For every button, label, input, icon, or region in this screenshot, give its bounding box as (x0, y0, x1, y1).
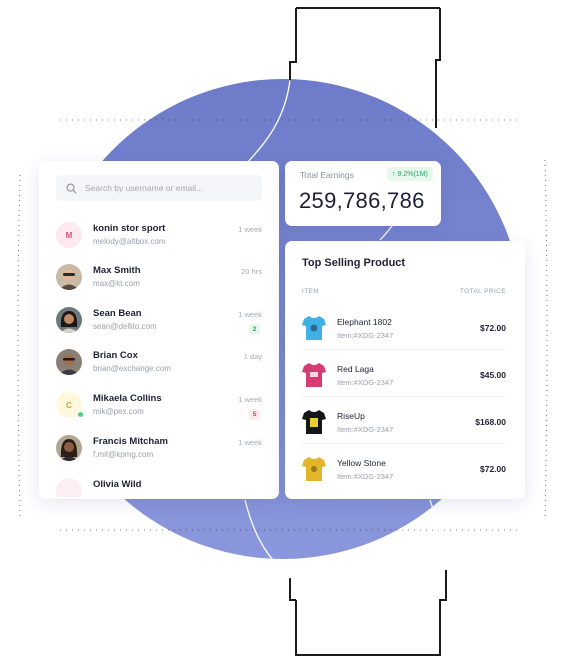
avatar (56, 349, 82, 375)
product-price: $72.00 (480, 323, 506, 333)
product-name: RiseUp (337, 411, 365, 421)
contact-email: brian@exchange.com (93, 364, 171, 373)
total-earnings-card: Total Earnings ↑ 9.2%(1M) 259,786,786 (285, 161, 441, 226)
contact-name: Mikaela Collins (93, 393, 162, 404)
contact-row-clipped: Olivia Wild (56, 476, 266, 497)
avatar-initial: C (66, 400, 72, 410)
search-icon (66, 183, 77, 193)
card-title: Top Selling Product (302, 257, 406, 269)
avatar: C (56, 392, 84, 418)
earnings-change-value: 9.2%(1M) (397, 170, 428, 178)
unread-badge: 2 (249, 324, 260, 335)
contact-time: 1 day (243, 352, 262, 361)
contact-email: f.mit@kpmg.com (93, 450, 154, 459)
avatar: M (56, 222, 82, 248)
contact-name: Sean Bean (93, 308, 142, 319)
online-indicator (77, 411, 84, 418)
product-price: $168.00 (475, 417, 506, 427)
product-row[interactable]: Red Laga Item:#XDG-2347 $45.00 (302, 351, 506, 397)
avatar (56, 264, 82, 290)
contact-row[interactable]: M konin stor sport melody@altbox.com 1 w… (56, 220, 266, 252)
avatar (56, 307, 82, 333)
contact-time: 20 hrs (241, 267, 262, 276)
avatar (56, 435, 82, 461)
earnings-value: 259,786,786 (299, 188, 425, 213)
contact-name: Max Smith (93, 265, 141, 276)
product-row[interactable]: RiseUp Item:#XDG-2347 $168.00 (302, 398, 506, 444)
product-price: $72.00 (480, 464, 506, 474)
arrow-up-icon: ↑ (392, 170, 396, 178)
product-price: $45.00 (480, 370, 506, 380)
top-selling-products-card: Top Selling Product ITEM TOTAL PRICE Ele… (285, 241, 525, 499)
contact-name: Brian Cox (93, 350, 138, 361)
product-sku: Item:#XDG-2347 (337, 378, 394, 387)
unread-badge: 5 (249, 409, 260, 420)
contact-row[interactable]: C Mikaela Collins mik@pex.com 1 week 5 (56, 390, 266, 422)
contact-email: mik@pex.com (93, 407, 144, 416)
tshirt-icon (302, 363, 326, 387)
tshirt-icon (302, 457, 326, 481)
contact-email: max@kt.com (93, 279, 140, 288)
column-header-item: ITEM (302, 288, 320, 295)
search-input[interactable]: Search by username or email... (56, 175, 262, 201)
product-sku: Item:#XDG-2347 (337, 331, 394, 340)
contact-row[interactable]: Francis Mitcham f.mit@kpmg.com 1 week (56, 433, 266, 465)
tshirt-icon (302, 316, 326, 340)
canvas: Search by username or email... M konin s… (0, 0, 565, 661)
contact-time: 1 week (238, 395, 262, 404)
contact-name: konin stor sport (93, 223, 166, 234)
contact-row[interactable]: Max Smith max@kt.com 20 hrs (56, 262, 266, 294)
contact-email: melody@altbox.com (93, 237, 166, 246)
contact-time: 1 week (238, 310, 262, 319)
product-row[interactable]: Yellow Stone Item:#XDG-2347 $72.00 (302, 445, 506, 491)
earnings-change-badge: ↑ 9.2%(1M) (387, 167, 433, 181)
contact-name: Francis Mitcham (93, 436, 168, 447)
product-row[interactable]: Elephant 1802 Item:#XDG-2347 $72.00 (302, 304, 506, 350)
product-name: Yellow Stone (337, 458, 386, 468)
tshirt-icon (302, 410, 326, 434)
contact-name: Olivia Wild (93, 479, 142, 490)
avatar (56, 478, 82, 497)
contact-row[interactable]: Sean Bean sean@dellito.com 1 week 2 (56, 305, 266, 337)
product-sku: Item:#XDG-2347 (337, 472, 394, 481)
product-name: Elephant 1802 (337, 317, 392, 327)
contact-time: 1 week (238, 438, 262, 447)
earnings-label: Total Earnings (300, 170, 354, 180)
contact-email: sean@dellito.com (93, 322, 157, 331)
contact-row[interactable]: Brian Cox brian@exchange.com 1 day (56, 347, 266, 379)
contact-row[interactable]: Olivia Wild (56, 476, 266, 497)
product-name: Red Laga (337, 364, 374, 374)
product-sku: Item:#XDG-2347 (337, 425, 394, 434)
contact-time: 1 week (238, 225, 262, 234)
search-placeholder: Search by username or email... (85, 183, 204, 193)
column-header-price: TOTAL PRICE (459, 288, 506, 295)
